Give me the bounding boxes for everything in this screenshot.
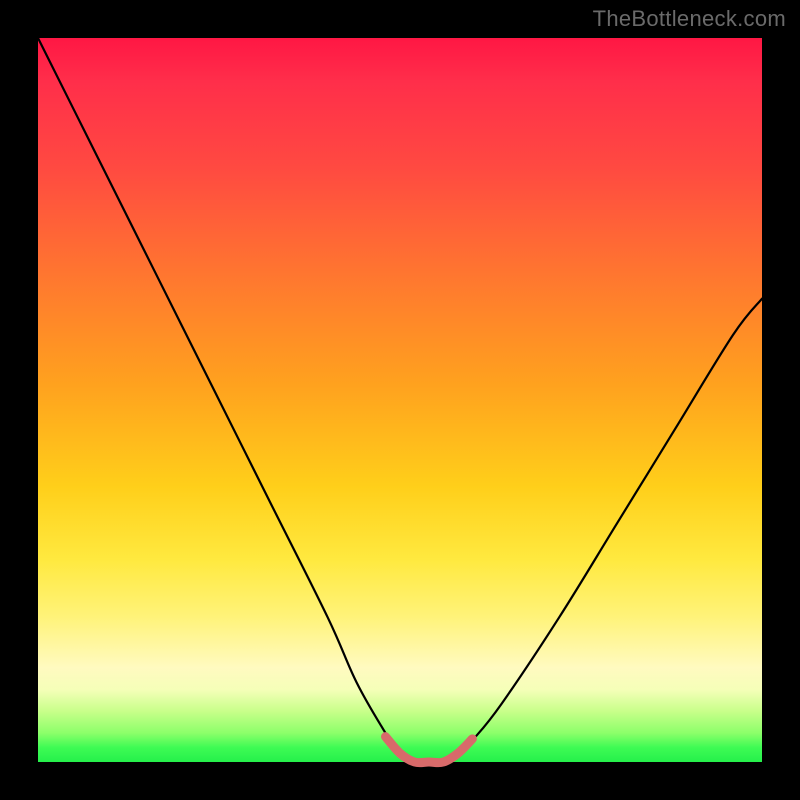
bottleneck-curve bbox=[38, 38, 762, 763]
plot-area bbox=[38, 38, 762, 762]
trough-highlight bbox=[386, 737, 473, 763]
chart-frame: TheBottleneck.com bbox=[0, 0, 800, 800]
watermark-label: TheBottleneck.com bbox=[593, 6, 786, 32]
curve-layer bbox=[38, 38, 762, 762]
